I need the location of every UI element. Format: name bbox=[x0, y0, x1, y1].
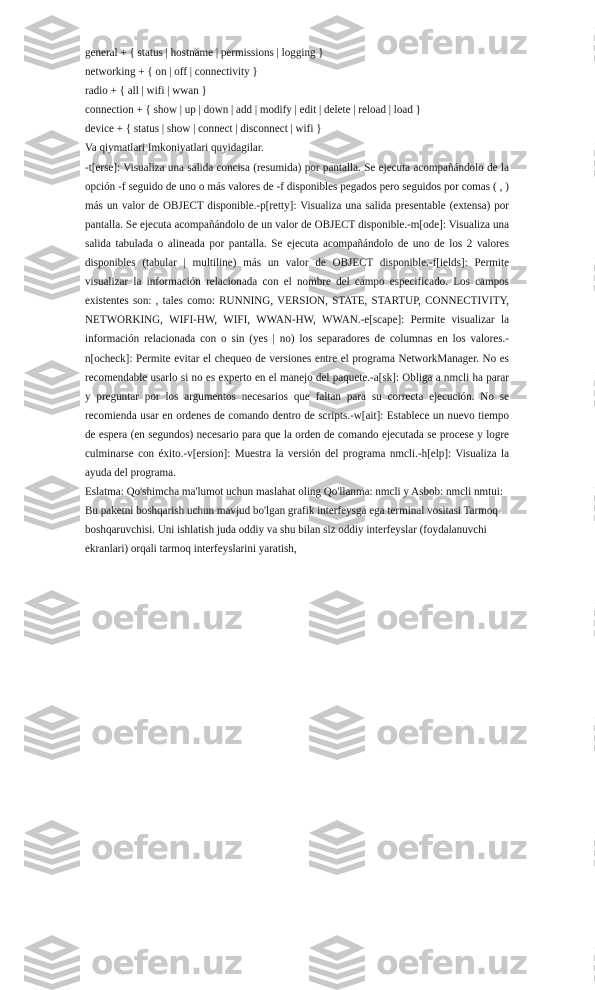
stacked-diamond-chevron-logo-icon bbox=[22, 704, 82, 760]
watermark-tile: oefen.uz bbox=[22, 704, 243, 760]
watermark-wordmark: oefen.uz bbox=[91, 597, 243, 637]
watermark-tile: oefen.uz bbox=[307, 819, 528, 875]
watermark-wordmark: oefen.uz bbox=[91, 827, 243, 867]
stacked-diamond-chevron-logo-icon bbox=[22, 934, 82, 990]
stacked-diamond-chevron-logo-icon bbox=[22, 244, 82, 300]
watermark-wordmark: oefen.uz bbox=[376, 712, 528, 752]
stacked-diamond-chevron-logo-icon bbox=[22, 819, 82, 875]
command-line: networking + { on | off | connectivity } bbox=[85, 66, 258, 79]
command-line: connection + { show | up | down | add | … bbox=[85, 104, 421, 117]
stacked-diamond-chevron-logo-icon bbox=[22, 474, 82, 530]
section-intro-line: Va qiymatlari Imkoniyatlari quyidagilar. bbox=[85, 142, 264, 155]
watermark-tile: oefen.uz bbox=[307, 934, 528, 990]
watermark-tile: oefen.uz bbox=[22, 819, 243, 875]
stacked-diamond-chevron-logo-icon bbox=[307, 589, 367, 645]
notes-paragraph: Eslatma: Qo'shimcha ma'lumot uchun masla… bbox=[85, 486, 503, 556]
stacked-diamond-chevron-logo-icon bbox=[22, 129, 82, 185]
watermark-wordmark: oefen.uz bbox=[376, 597, 528, 637]
command-line: general + { status | hostname | permissi… bbox=[85, 47, 324, 59]
stacked-diamond-chevron-logo-icon bbox=[22, 14, 82, 70]
stacked-diamond-chevron-logo-icon bbox=[307, 704, 367, 760]
stacked-diamond-chevron-logo-icon bbox=[307, 819, 367, 875]
watermark-tile: oefen.uz bbox=[307, 589, 528, 645]
command-line: device + { status | show | connect | dis… bbox=[85, 123, 322, 136]
watermark-tile: oefen.uz bbox=[307, 704, 528, 760]
watermark-wordmark: oefen.uz bbox=[376, 827, 528, 867]
stacked-diamond-chevron-logo-icon bbox=[307, 934, 367, 990]
document-body: general + { status | hostname | permissi… bbox=[85, 44, 509, 560]
watermark-wordmark: oefen.uz bbox=[91, 942, 243, 982]
watermark-tile: oefen.uz bbox=[22, 589, 243, 645]
stacked-diamond-chevron-logo-icon bbox=[22, 589, 82, 645]
options-description-paragraph: -t[erse]: Visualiza una salida concisa (… bbox=[85, 161, 509, 480]
command-line: radio + { all | wifi | wwan } bbox=[85, 85, 207, 98]
watermark-wordmark: oefen.uz bbox=[376, 942, 528, 982]
watermark-wordmark: oefen.uz bbox=[91, 712, 243, 752]
watermark-tile: oefen.uz bbox=[22, 934, 243, 990]
stacked-diamond-chevron-logo-icon bbox=[22, 359, 82, 415]
